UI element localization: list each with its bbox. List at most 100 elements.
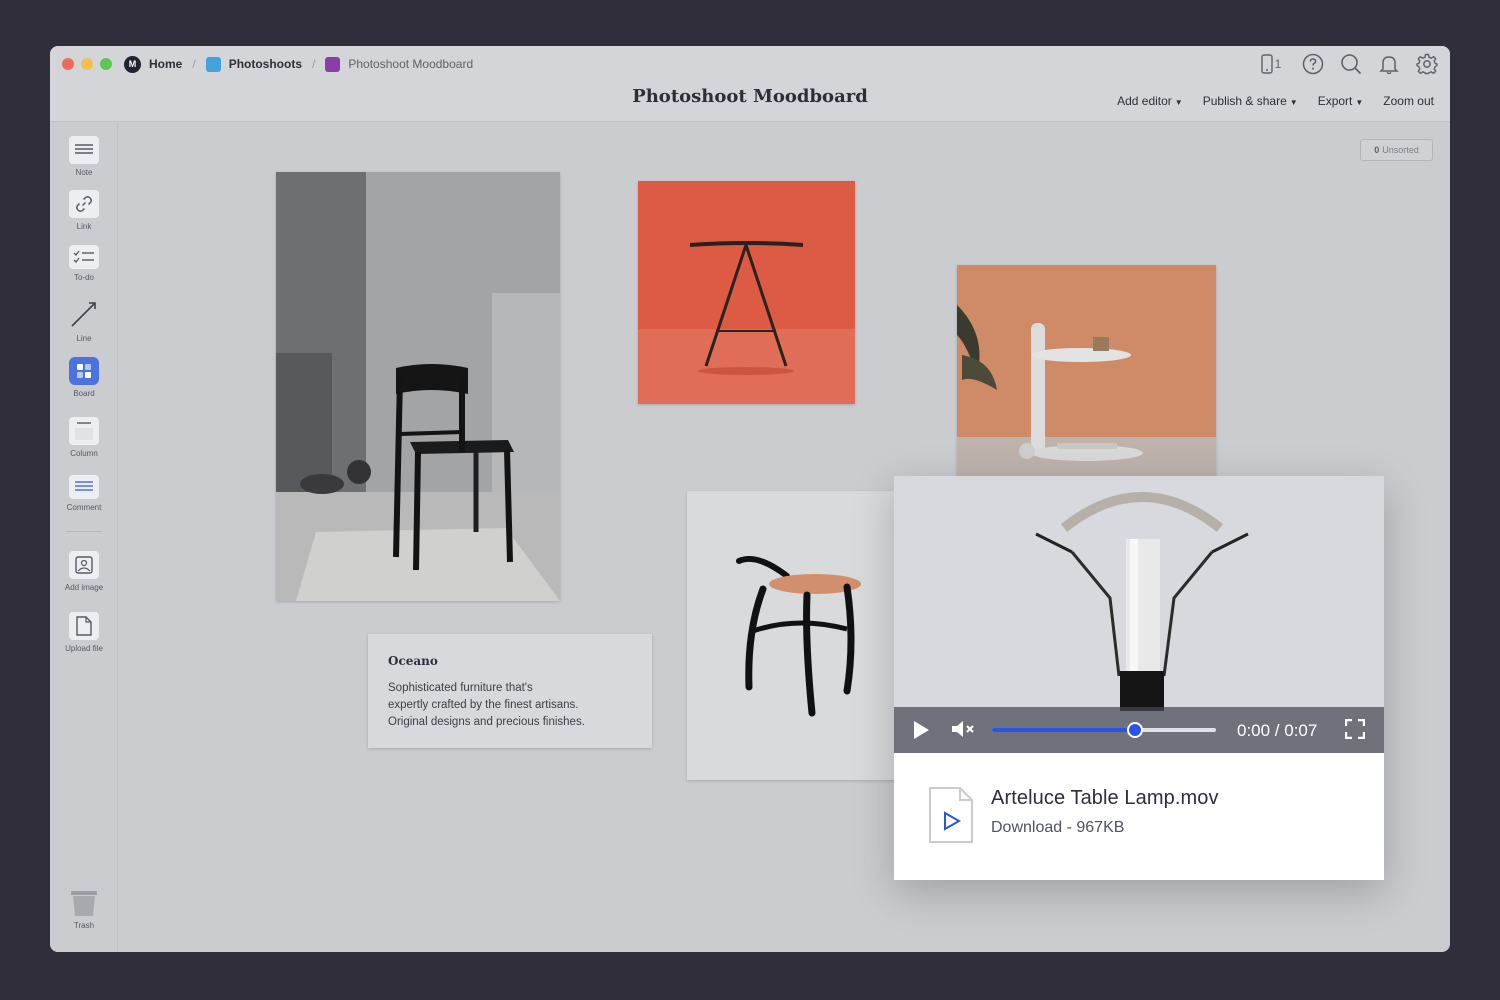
breadcrumb-home[interactable]: M Home bbox=[124, 55, 183, 73]
help-button[interactable] bbox=[1302, 53, 1324, 75]
sidebar-divider bbox=[66, 531, 102, 532]
note-icon bbox=[69, 136, 99, 164]
tool-todo[interactable]: To-do bbox=[50, 245, 118, 282]
zoom-out-button[interactable]: Zoom out bbox=[1383, 94, 1434, 108]
publish-share-menu[interactable]: Publish & share ▼ bbox=[1203, 94, 1298, 108]
chevron-down-icon: ▼ bbox=[1174, 98, 1183, 107]
unsorted-button[interactable]: 0 Unsorted bbox=[1360, 139, 1433, 161]
column-icon bbox=[69, 417, 99, 445]
tool-sidebar: Note Link To-do Line Board Column Commen… bbox=[50, 123, 118, 952]
note-body: Sophisticated furniture that's expertly … bbox=[388, 682, 585, 728]
search-icon bbox=[1341, 54, 1362, 75]
window-close-button[interactable] bbox=[62, 58, 74, 70]
top-menu: Add editor ▼ Publish & share ▼ Export ▼ Zoo… bbox=[1117, 94, 1434, 108]
image-card-black-chair[interactable] bbox=[276, 172, 560, 601]
side-table-photo bbox=[957, 265, 1216, 477]
black-chair-photo bbox=[276, 172, 560, 601]
video-controls: 0:00 / 0:07 bbox=[894, 707, 1384, 753]
fullscreen-button[interactable] bbox=[1345, 719, 1365, 739]
settings-button[interactable] bbox=[1416, 53, 1438, 75]
gear-icon bbox=[1416, 53, 1438, 75]
video-progress-track[interactable] bbox=[992, 722, 1216, 738]
breadcrumb-separator: / bbox=[192, 57, 196, 71]
mute-button[interactable] bbox=[950, 718, 976, 740]
unsorted-label: Unsorted bbox=[1382, 145, 1419, 155]
export-menu[interactable]: Export ▼ bbox=[1318, 94, 1364, 108]
board-color-icon bbox=[205, 56, 221, 72]
file-name: Arteluce Table Lamp.mov bbox=[991, 787, 1219, 809]
tool-board[interactable]: Board bbox=[50, 357, 118, 398]
image-card-red-stool[interactable] bbox=[638, 181, 855, 404]
video-progress-knob[interactable] bbox=[1127, 722, 1144, 738]
tool-link[interactable]: Link bbox=[50, 190, 118, 231]
add-editor-label: Add editor bbox=[1117, 94, 1172, 108]
unsorted-count: 0 bbox=[1374, 145, 1380, 155]
tool-upload-file[interactable]: Upload file bbox=[50, 612, 118, 653]
breadcrumb-current[interactable]: Photoshoot Moodboard bbox=[325, 56, 474, 72]
trash-icon bbox=[71, 891, 97, 916]
devices-button[interactable]: 1 bbox=[1256, 53, 1286, 75]
tool-note[interactable]: Note bbox=[50, 136, 118, 177]
publish-share-label: Publish & share bbox=[1202, 94, 1287, 108]
breadcrumb-photoshoots[interactable]: Photoshoots bbox=[205, 56, 303, 72]
image-card-side-table[interactable] bbox=[957, 265, 1216, 477]
video-card[interactable]: 0:00 / 0:07 Arteluce Table Lamp.mov Down… bbox=[894, 476, 1384, 880]
note-card-oceano[interactable]: Oceano Sophisticated furniture that's ex… bbox=[368, 634, 652, 748]
video-progress-fill bbox=[992, 728, 1136, 732]
play-button[interactable] bbox=[914, 721, 929, 739]
chevron-down-icon: ▼ bbox=[1289, 98, 1298, 107]
breadcrumb-separator: / bbox=[312, 57, 316, 71]
tool-label: Column bbox=[70, 449, 98, 458]
tool-add-image[interactable]: Add image bbox=[50, 551, 118, 592]
chevron-down-icon: ▼ bbox=[1355, 98, 1364, 107]
breadcrumb-current-label: Photoshoot Moodboard bbox=[348, 57, 474, 71]
trash-button[interactable]: Trash bbox=[50, 889, 118, 930]
image-card-curved-chair[interactable] bbox=[687, 491, 907, 780]
device-count: 1 bbox=[1274, 57, 1282, 71]
notifications-button[interactable] bbox=[1378, 53, 1400, 75]
tool-label: Board bbox=[73, 389, 95, 398]
phone-icon bbox=[1260, 54, 1273, 74]
tool-label: Line bbox=[76, 334, 92, 343]
add-editor-menu[interactable]: Add editor ▼ bbox=[1117, 94, 1183, 108]
board-color-icon bbox=[325, 56, 341, 72]
curved-chair-photo bbox=[687, 491, 907, 780]
board-canvas[interactable]: 0 Unsorted Oceano Sophisticated furnitur… bbox=[119, 123, 1450, 952]
tool-label: To-do bbox=[73, 273, 94, 282]
bell-icon bbox=[1379, 56, 1399, 75]
line-icon bbox=[69, 298, 99, 330]
link-icon bbox=[69, 190, 99, 218]
help-icon bbox=[1302, 53, 1324, 75]
window-maximize-button[interactable] bbox=[100, 58, 112, 70]
breadcrumb-home-label: Home bbox=[149, 57, 183, 71]
app-window: M Home / Photoshoots / Photoshoot Moodbo… bbox=[50, 46, 1450, 952]
search-button[interactable] bbox=[1340, 53, 1362, 75]
export-label: Export bbox=[1317, 94, 1353, 108]
window-minimize-button[interactable] bbox=[81, 58, 93, 70]
red-stool-photo bbox=[638, 181, 855, 404]
video-time: 0:00 / 0:07 bbox=[1237, 721, 1318, 740]
file-info: Arteluce Table Lamp.mov Download - 967KB bbox=[894, 753, 1384, 880]
top-icons: 1 bbox=[1256, 53, 1438, 75]
tool-label: Upload file bbox=[65, 644, 103, 653]
video-file-icon bbox=[929, 787, 973, 843]
download-link[interactable]: Download - 967KB bbox=[991, 819, 1124, 837]
comment-icon bbox=[69, 475, 99, 499]
zoom-out-label: Zoom out bbox=[1383, 94, 1434, 108]
todo-icon bbox=[69, 245, 99, 269]
tool-label: Note bbox=[75, 168, 93, 177]
tool-comment[interactable]: Comment bbox=[50, 475, 118, 512]
app-logo-icon: M bbox=[124, 55, 141, 73]
tool-column[interactable]: Column bbox=[50, 417, 118, 458]
tool-label: Add image bbox=[64, 583, 104, 592]
add-image-icon bbox=[69, 551, 99, 579]
board-icon bbox=[69, 357, 99, 385]
video-frame[interactable]: 0:00 / 0:07 bbox=[894, 476, 1384, 753]
trash-label: Trash bbox=[73, 921, 95, 930]
tool-line[interactable]: Line bbox=[50, 298, 118, 343]
breadcrumb-photoshoots-label: Photoshoots bbox=[228, 57, 303, 71]
note-title: Oceano bbox=[388, 654, 438, 668]
tool-label: Comment bbox=[66, 503, 102, 512]
upload-file-icon bbox=[69, 612, 99, 640]
breadcrumb: M Home / Photoshoots / Photoshoot Moodbo… bbox=[124, 55, 473, 73]
